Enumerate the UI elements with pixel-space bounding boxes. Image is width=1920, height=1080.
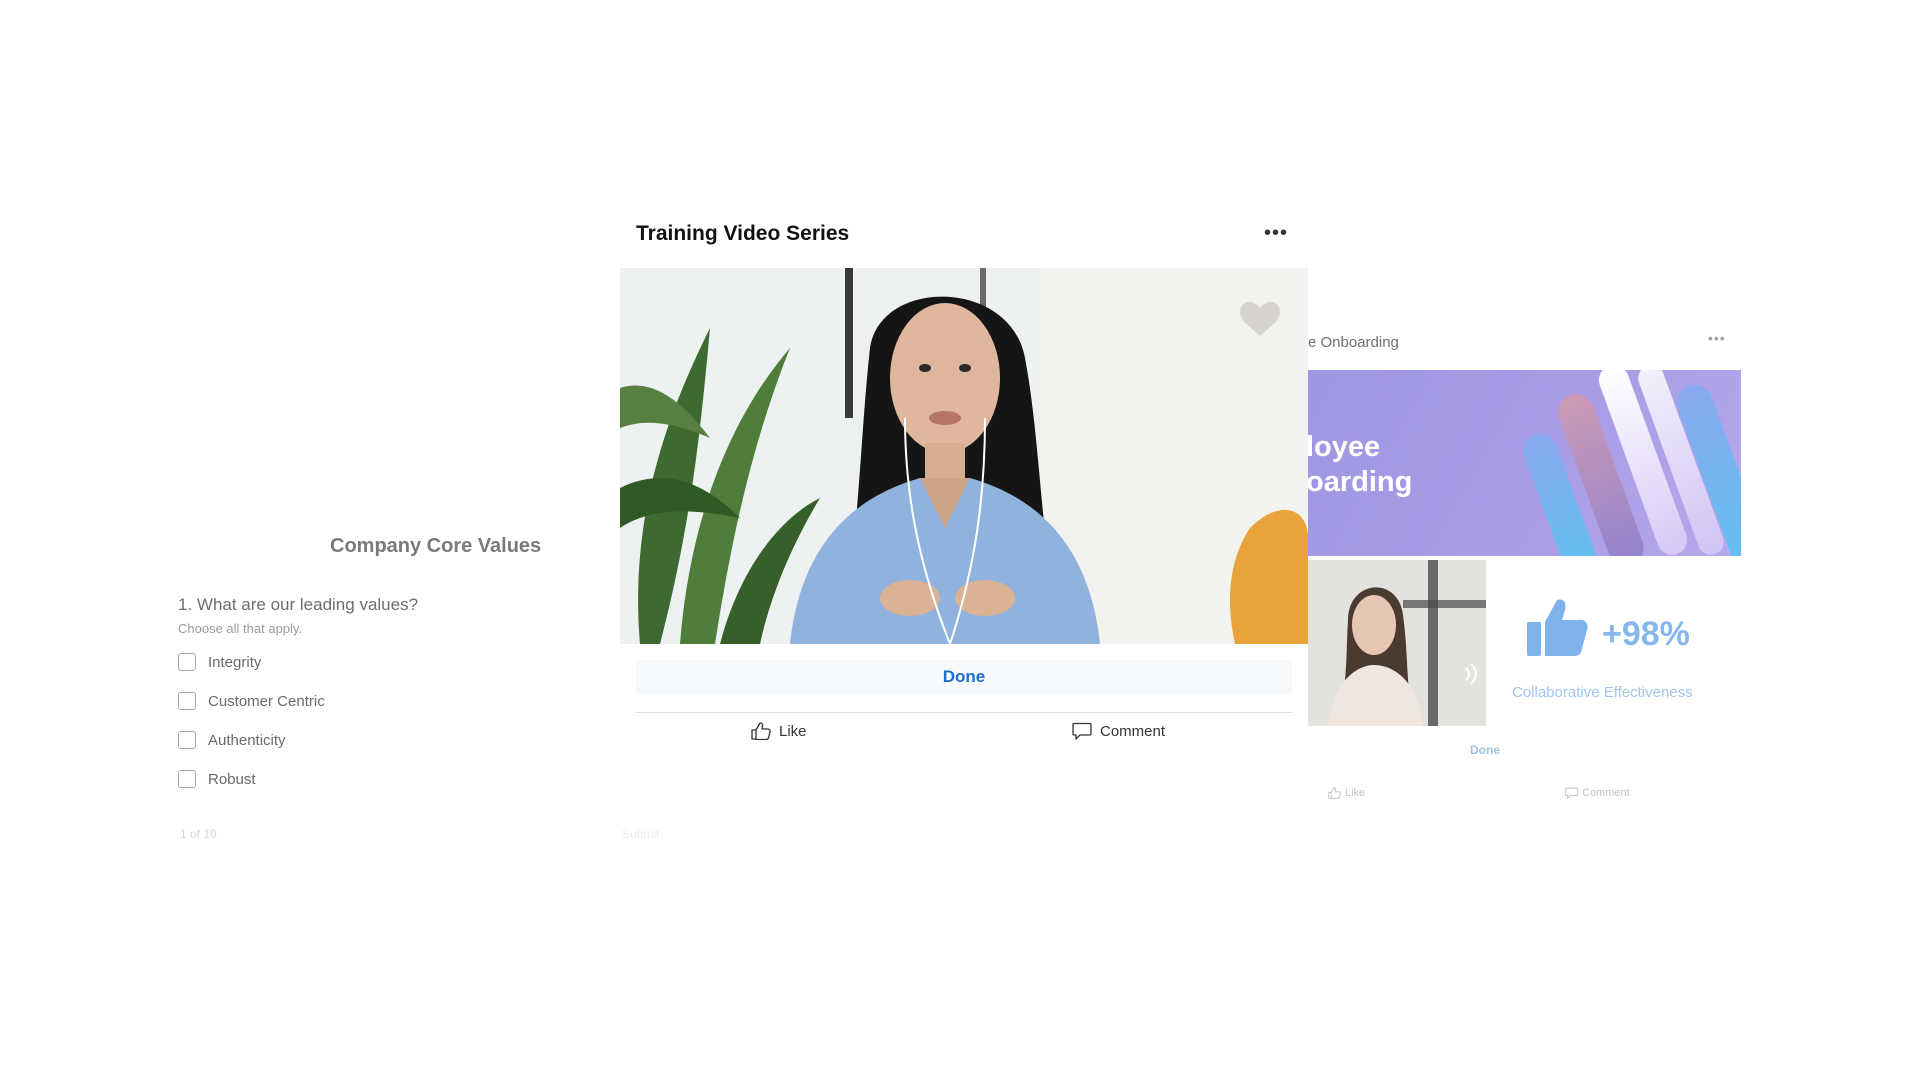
like-label: Like (779, 722, 807, 740)
done-button[interactable]: Done (1470, 743, 1500, 757)
stat-label: Collaborative Effectiveness (1512, 684, 1693, 701)
comment-icon (1072, 722, 1092, 740)
like-button[interactable]: Like (751, 722, 807, 740)
training-video[interactable] (620, 268, 1308, 644)
checkbox[interactable] (178, 731, 196, 749)
comment-label: Comment (1582, 787, 1630, 799)
option-label: Customer Centric (208, 692, 325, 710)
option-label: Robust (208, 770, 256, 788)
submit-button[interactable]: Submit (622, 827, 659, 841)
thumbs-up-icon (1527, 599, 1588, 656)
option-customer-centric[interactable]: Customer Centric (178, 692, 325, 710)
question-hint: Choose all that apply. (178, 621, 303, 636)
option-authenticity[interactable]: Authenticity (178, 731, 286, 749)
divider (636, 712, 1292, 713)
comment-button[interactable]: Comment (1565, 787, 1630, 799)
banner-text: loyee oarding (1308, 431, 1413, 498)
checkbox[interactable] (178, 770, 196, 788)
question-pager: 1 of 10 (180, 827, 217, 841)
comment-icon (1565, 787, 1578, 799)
quiz-title: Company Core Values (330, 535, 542, 557)
like-button[interactable]: Like (1328, 787, 1365, 799)
done-button[interactable]: Done (636, 660, 1292, 694)
question-text: 1. What are our leading values? (178, 595, 419, 614)
stat-value: +98% (1602, 615, 1690, 653)
comment-button[interactable]: Comment (1072, 722, 1165, 740)
post-title: Training Video Series (636, 222, 850, 245)
like-label: Like (1345, 787, 1366, 799)
checkbox[interactable] (178, 653, 196, 671)
onboarding-banner[interactable]: loyee oarding (1308, 370, 1741, 556)
onboarding-title: e Onboarding (1308, 334, 1399, 351)
video-frame-illustration (620, 268, 1308, 644)
thumbs-up-icon (1328, 787, 1341, 799)
more-options-icon[interactable]: ••• (1264, 222, 1288, 245)
comment-label: Comment (1100, 722, 1166, 740)
thumbs-up-icon (751, 722, 771, 740)
more-options-icon[interactable]: ••• (1708, 330, 1726, 346)
onboarding-video[interactable] (1308, 560, 1486, 726)
option-robust[interactable]: Robust (178, 770, 256, 788)
option-label: Authenticity (208, 731, 286, 749)
video-frame-illustration (1308, 560, 1486, 726)
option-label: Integrity (208, 653, 262, 671)
checkbox[interactable] (178, 692, 196, 710)
option-integrity[interactable]: Integrity (178, 653, 261, 671)
